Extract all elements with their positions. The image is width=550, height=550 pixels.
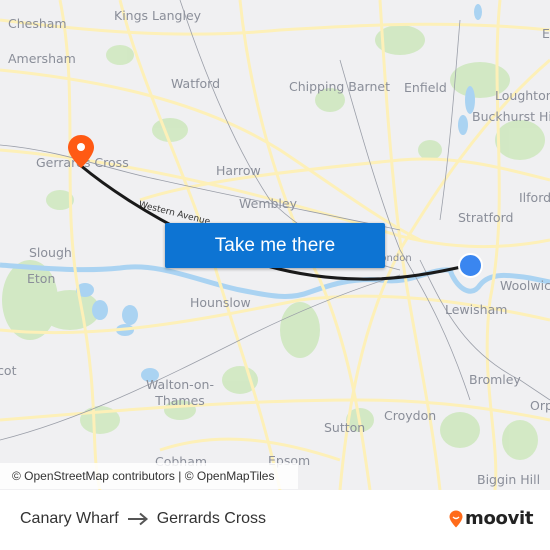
destination-label: Gerrards Cross xyxy=(156,510,267,527)
map[interactable]: Chesham Kings Langley Amersham Watford C… xyxy=(0,0,550,490)
route-title: Canary Wharf Gerrards Cross xyxy=(20,510,266,528)
take-me-there-button[interactable]: Take me there xyxy=(165,223,385,268)
arrow-right-icon xyxy=(127,512,148,526)
origin-dot-icon[interactable] xyxy=(457,252,484,279)
map-attribution[interactable]: © OpenStreetMap contributors | © OpenMap… xyxy=(0,463,298,489)
moovit-pin-icon xyxy=(449,510,463,527)
origin-label: Canary Wharf xyxy=(20,510,119,527)
moovit-logo-text: moovit xyxy=(465,508,534,529)
destination-pin-icon[interactable] xyxy=(67,134,95,170)
footer: Canary Wharf Gerrards Cross moovit xyxy=(0,490,550,550)
moovit-logo: moovit xyxy=(449,508,534,529)
